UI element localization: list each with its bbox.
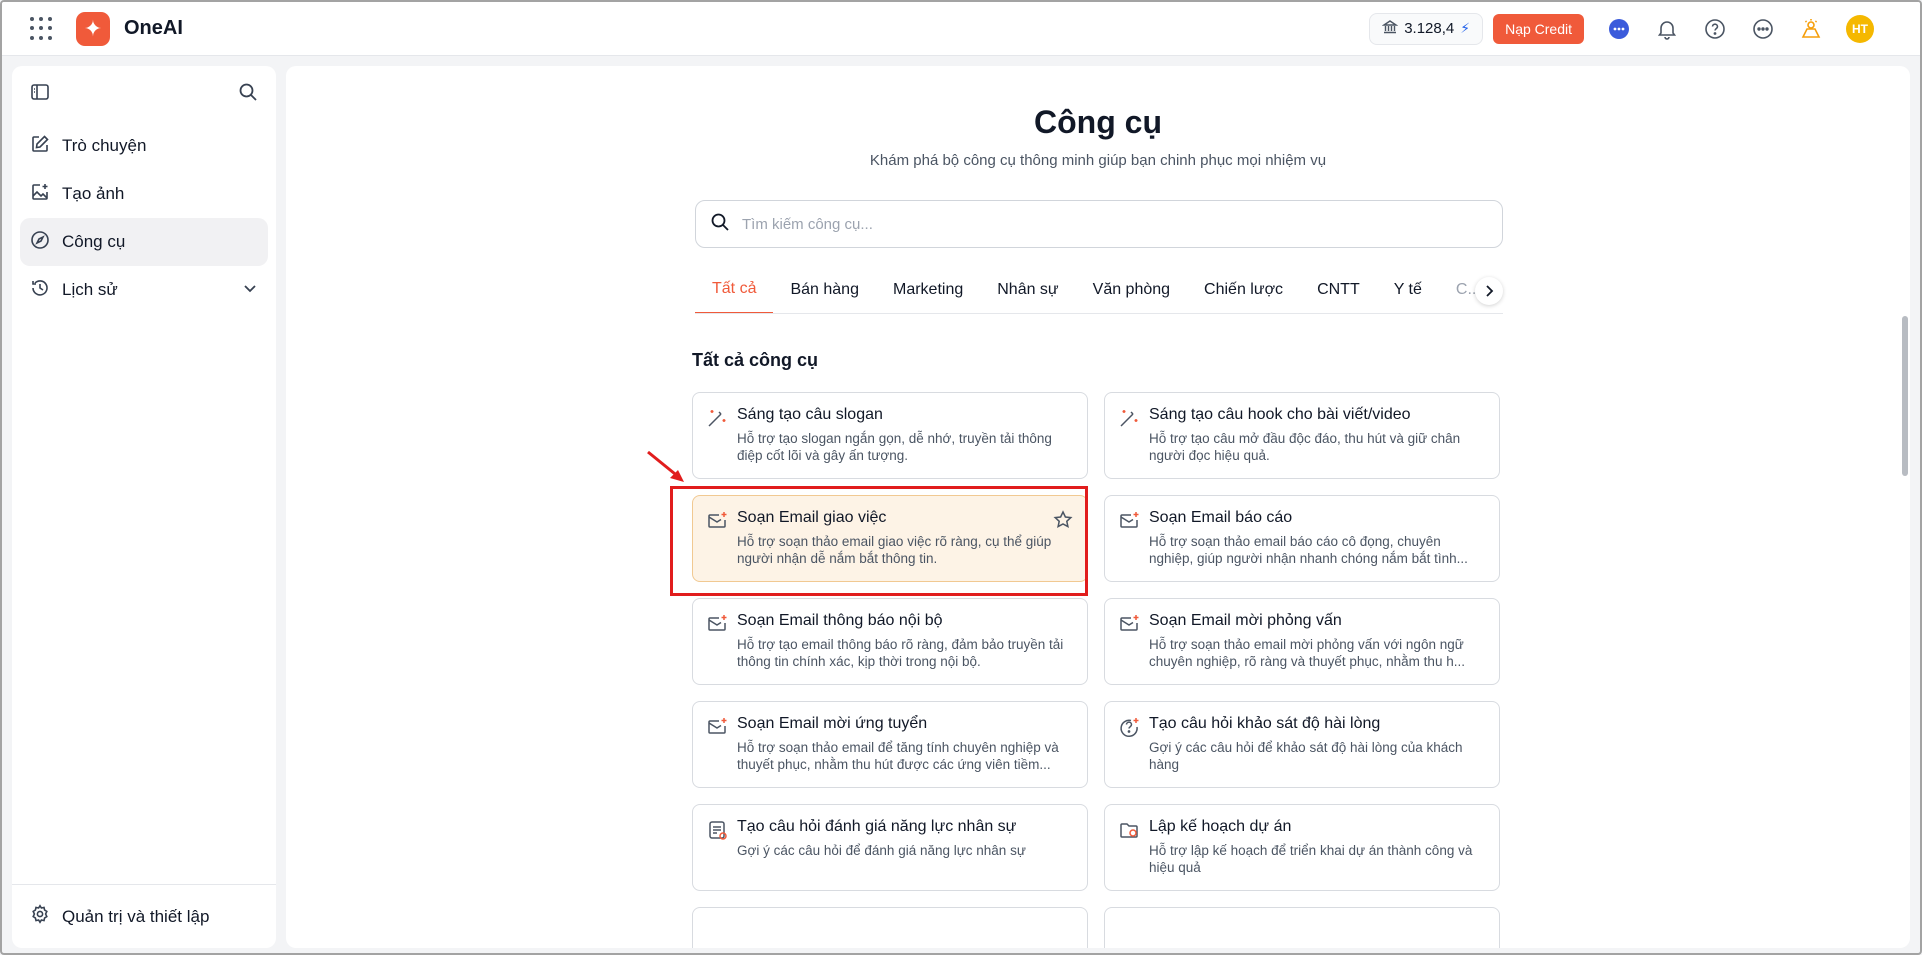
tool-title: Soạn Email báo cáo [1149,509,1293,526]
sidebar-header [12,66,276,122]
sidebar-item-chat[interactable]: Trò chuyện [20,122,268,170]
user-avatar[interactable]: HT [1846,14,1874,43]
compass-icon [30,230,50,255]
page-title: Công cụ [1034,104,1162,140]
edit-square-icon [30,134,50,159]
tool-title: Soạn Email mời ứng tuyển [737,715,928,732]
sidebar-item-create-image[interactable]: Tạo ảnh [20,170,268,218]
tool-description: Hỗ trợ tạo email thông báo rõ ràng, đảm … [737,637,1064,669]
main-content: Công cụ Khám phá bộ công cụ thông minh g… [286,66,1910,948]
chevron-right-icon [1486,285,1494,297]
section-title: Tất cả công cụ [692,350,819,370]
tool-title: Tạo câu hỏi khảo sát độ hài lòng [1149,715,1381,732]
tool-card[interactable]: Tạo câu hỏi đánh giá năng lực nhân sự Gợ… [692,804,1088,891]
tool-card-partial[interactable] [692,907,1088,948]
magic-wand-icon [708,410,726,427]
bank-icon [1381,19,1399,39]
app-grid-icon[interactable] [30,16,54,41]
more-icon[interactable] [1750,16,1776,42]
page-subtitle: Khám phá bộ công cụ thông minh giúp bạn … [869,152,1327,169]
tool-description: Hỗ trợ tạo slogan ngắn gọn, dễ nhớ, truy… [737,431,1052,463]
sidebar-toggle-icon[interactable] [30,82,50,107]
annotation-arrow-icon [647,450,684,482]
tool-title: Soạn Email thông báo nội bộ [737,612,943,629]
sidebar-settings[interactable]: Quản trị và thiết lập [12,884,276,948]
tool-description: Hỗ trợ tạo câu mở đầu độc đáo, thu hút v… [1149,431,1461,463]
top-bar-actions: 3.128,4 ⚡ Nạp Credit HT [1369,12,1896,45]
tab-office[interactable]: Văn phòng [1076,266,1187,313]
sidebar-item-label: Công cụ [62,232,126,251]
mail-sparkle-icon [708,718,727,734]
sidebar: Trò chuyện Tạo ảnh Công cụ Lịch sử Quản … [12,66,276,948]
help-icon[interactable] [1702,16,1728,42]
folder-plan-icon [1120,823,1138,838]
tool-card-partial[interactable] [1104,907,1500,948]
brand-name: OneAI [124,17,183,39]
bell-icon[interactable] [1654,16,1680,42]
search-icon[interactable] [238,82,258,107]
tool-title: Lập kế hoạch dự án [1149,818,1292,835]
tool-card[interactable]: Sáng tạo câu hook cho bài viết/video Hỗ … [1104,392,1500,479]
gear-icon [30,904,50,929]
tool-title: Soạn Email mời phỏng vấn [1149,612,1342,629]
search-icon [710,212,730,237]
sidebar-item-tools[interactable]: Công cụ [20,218,268,266]
chat-bubble-icon[interactable] [1606,16,1632,42]
tool-title: Sáng tạo câu slogan [737,406,883,423]
tool-description: Hỗ trợ soạn thảo email báo cáo cô đọng, … [1149,534,1468,566]
tab-strategy[interactable]: Chiến lược [1187,266,1300,313]
tool-card[interactable]: Tạo câu hỏi khảo sát độ hài lòng Gợi ý c… [1104,701,1500,788]
tabs-scroll-right-button[interactable] [1475,277,1503,305]
top-bar: ✦ OneAI 3.128,4 ⚡ Nạp Credit HT [2,2,1920,56]
tab-marketing[interactable]: Marketing [876,266,980,313]
topup-credit-button[interactable]: Nạp Credit [1493,13,1584,44]
tool-description: Hỗ trợ soạn thảo email để tăng tính chuy… [737,740,1059,772]
mail-sparkle-icon [1120,512,1139,528]
tab-sales[interactable]: Bán hàng [773,266,876,313]
settings-label: Quản trị và thiết lập [62,906,210,926]
sidebar-item-label: Trò chuyện [62,136,147,155]
sidebar-item-history[interactable]: Lịch sử [20,266,268,314]
tool-description: Gợi ý các câu hỏi để đánh giá năng lực n… [737,843,1026,858]
question-sparkle-icon [1120,718,1139,738]
app-window: ✦ OneAI 3.128,4 ⚡ Nạp Credit HT Trò chuy… [0,0,1922,955]
magic-wand-icon [1120,410,1138,427]
tool-description: Gợi ý các câu hỏi để khảo sát độ hài lòn… [1149,740,1463,772]
idea-map-icon[interactable] [1798,16,1824,42]
tool-card[interactable]: Sáng tạo câu slogan Hỗ trợ tạo slogan ng… [692,392,1088,479]
tool-title: Sáng tạo câu hook cho bài viết/video [1149,406,1411,423]
checklist-icon [709,821,727,840]
tool-card[interactable]: Soạn Email thông báo nội bộ Hỗ trợ tạo e… [692,598,1088,685]
credit-balance[interactable]: 3.128,4 ⚡ [1369,12,1484,45]
history-icon [30,278,50,303]
credit-amount: 3.128,4 [1404,20,1455,37]
tab-health[interactable]: Y tế [1377,266,1439,313]
oneai-logo[interactable]: ✦ [76,11,110,46]
image-plus-icon [30,182,50,207]
tab-hr[interactable]: Nhân sự [980,266,1075,313]
tab-all[interactable]: Tất cả [695,266,774,313]
tool-search-input[interactable] [742,215,1488,233]
mail-sparkle-icon [1120,615,1139,631]
annotation-highlight-box [670,486,1088,596]
chevron-down-icon[interactable] [242,280,258,301]
tool-description: Hỗ trợ lập kế hoạch để triển khai dự án … [1149,843,1473,875]
tool-description: Hỗ trợ soạn thảo email mời phỏng vấn với… [1149,637,1465,669]
tool-card[interactable]: Soạn Email mời ứng tuyển Hỗ trợ soạn thả… [692,701,1088,788]
tool-card[interactable]: Lập kế hoạch dự án Hỗ trợ lập kế hoạch đ… [1104,804,1500,891]
tab-it[interactable]: CNTT [1300,266,1377,313]
tool-card[interactable]: Soạn Email mời phỏng vấn Hỗ trợ soạn thả… [1104,598,1500,685]
tool-search-box[interactable] [695,200,1503,248]
tool-card[interactable]: Soạn Email báo cáo Hỗ trợ soạn thảo emai… [1104,495,1500,582]
sidebar-item-label: Tạo ảnh [62,184,125,203]
scrollbar-thumb[interactable] [1902,316,1908,476]
tool-title: Tạo câu hỏi đánh giá năng lực nhân sự [737,818,1017,835]
category-tabs: Tất cả Bán hàng Marketing Nhân sự Văn ph… [695,266,1503,314]
mail-sparkle-icon [708,615,727,631]
sidebar-item-label: Lịch sử [62,280,118,299]
tool-grid: Sáng tạo câu slogan Hỗ trợ tạo slogan ng… [692,392,1500,948]
bolt-icon: ⚡ [1460,20,1471,36]
